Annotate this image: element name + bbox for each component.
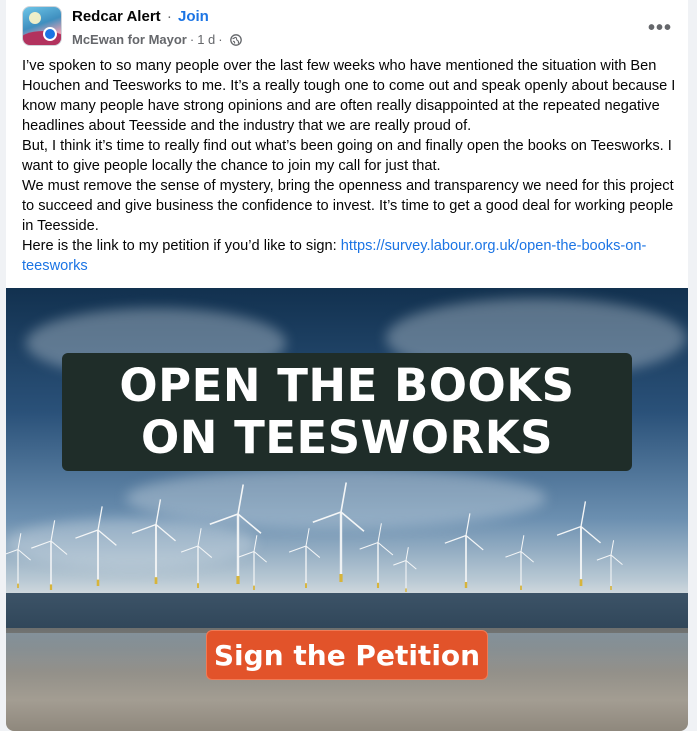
avatar-profile-badge bbox=[43, 27, 57, 41]
wind-turbine bbox=[6, 533, 31, 588]
wind-turbine bbox=[75, 506, 117, 586]
group-name-link[interactable]: Redcar Alert bbox=[72, 8, 161, 25]
meta-separator: · bbox=[189, 32, 195, 47]
wind-turbine bbox=[556, 501, 601, 586]
author-name-link[interactable]: McEwan for Mayor bbox=[72, 32, 187, 47]
post-image[interactable]: OPEN THE BOOKS ON TEESWORKS Sign the Pet… bbox=[6, 288, 688, 731]
post-timestamp[interactable]: 1 d bbox=[197, 32, 215, 47]
sign-petition-button[interactable]: Sign the Petition bbox=[206, 630, 488, 680]
post-paragraph: We must remove the sense of mystery, bri… bbox=[22, 178, 674, 234]
wind-turbine bbox=[238, 535, 267, 590]
post-header: Redcar Alert · Join McEwan for Mayor · 1… bbox=[6, 0, 688, 56]
post-card: Redcar Alert · Join McEwan for Mayor · 1… bbox=[6, 0, 688, 731]
group-avatar[interactable] bbox=[22, 6, 62, 46]
wind-turbine bbox=[180, 528, 213, 588]
post-title-line: Redcar Alert · Join bbox=[72, 8, 209, 25]
wind-turbine bbox=[393, 547, 417, 592]
more-options-icon[interactable]: ••• bbox=[642, 10, 678, 46]
avatar-sun bbox=[29, 12, 41, 24]
post-paragraph: But, I think it’s time to really find ou… bbox=[22, 138, 672, 174]
post-body: I’ve spoken to so many people over the l… bbox=[6, 56, 688, 276]
wind-turbine bbox=[444, 513, 484, 588]
headline-text: OPEN THE BOOKS ON TEESWORKS bbox=[119, 359, 575, 464]
wind-turbine bbox=[505, 535, 534, 590]
wind-turbine bbox=[596, 540, 623, 590]
post-paragraph-petition: Here is the link to my petition if you’d… bbox=[22, 236, 676, 276]
headline-banner: OPEN THE BOOKS ON TEESWORKS bbox=[62, 353, 632, 471]
wind-turbine bbox=[131, 499, 176, 584]
post-paragraph: I’ve spoken to so many people over the l… bbox=[22, 58, 676, 134]
petition-prefix: Here is the link to my petition if you’d… bbox=[22, 238, 341, 254]
wind-turbine bbox=[312, 482, 365, 582]
wind-turbine bbox=[31, 520, 68, 590]
post-meta-line: McEwan for Mayor · 1 d · bbox=[72, 32, 242, 47]
join-button[interactable]: Join bbox=[178, 8, 209, 25]
title-separator: · bbox=[166, 8, 172, 25]
wind-turbine bbox=[359, 523, 394, 588]
wind-turbine bbox=[288, 528, 321, 588]
wind-turbine bbox=[209, 484, 262, 584]
meta-separator: · bbox=[218, 32, 223, 47]
globe-icon[interactable] bbox=[229, 33, 242, 46]
